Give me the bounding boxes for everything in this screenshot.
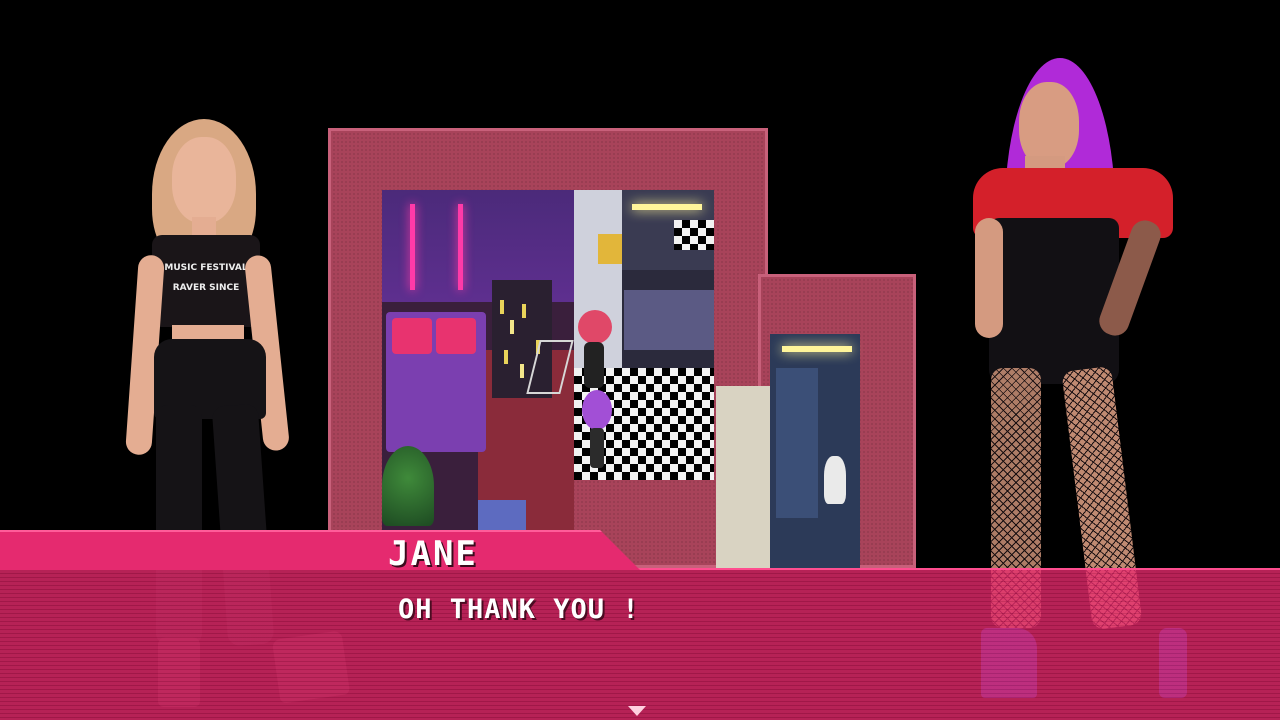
dialogue-panel (0, 568, 1280, 720)
speaker-name-tab (0, 530, 640, 570)
toilet (824, 456, 846, 504)
apartment-map (328, 128, 918, 568)
pillow (392, 318, 432, 354)
speaker-name: JANE (388, 534, 478, 574)
dialogue-text: OH THANK YOU ! (398, 594, 640, 625)
shower-stall (776, 368, 818, 518)
player-sprite-body (584, 342, 604, 388)
shirt-print-line: MUSIC FESTIVAL (164, 263, 248, 273)
npc-sprite (582, 390, 612, 430)
triangle-down-icon[interactable] (628, 706, 646, 716)
left-arm (975, 218, 1003, 338)
kitchen-cabinet (624, 290, 714, 350)
ceiling-lamp (782, 346, 852, 352)
npc-sprite-legs (590, 428, 604, 468)
black-dress (989, 218, 1119, 384)
potted-plant (382, 446, 434, 526)
face (172, 137, 236, 223)
rug (478, 500, 526, 530)
game-scene[interactable]: MUSIC FESTIVAL RAVER SINCE JANE OH THANK… (0, 0, 1280, 720)
shirt-print-line: RAVER SINCE (172, 283, 240, 293)
pillow (436, 318, 476, 354)
ceiling-lamp (632, 204, 702, 210)
checkered-window (674, 220, 714, 250)
band-tshirt: MUSIC FESTIVAL RAVER SINCE (152, 235, 260, 327)
neon-light (458, 204, 463, 290)
dialogue-box[interactable]: JANE OH THANK YOU ! (0, 530, 1280, 720)
yellow-box (598, 234, 622, 264)
neon-light (410, 204, 415, 290)
player-sprite-hair (578, 310, 612, 344)
